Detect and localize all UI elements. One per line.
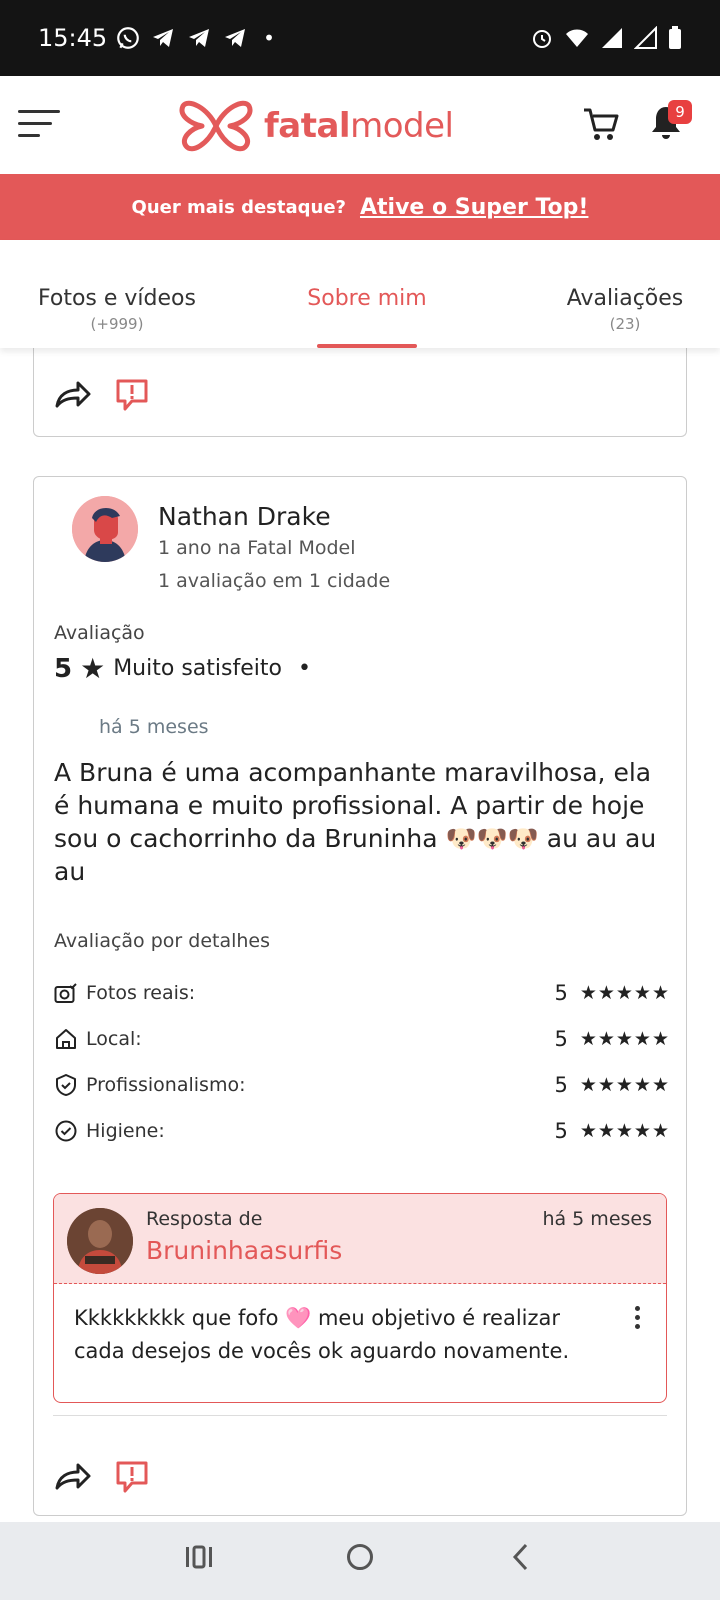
- reply-from-label: Resposta de: [146, 1208, 263, 1230]
- detail-score: 5: [554, 1027, 568, 1051]
- cart-icon[interactable]: [582, 106, 620, 142]
- logo-text: fatalmodel: [264, 106, 454, 146]
- back-icon[interactable]: [506, 1542, 536, 1572]
- telegram-icon: [225, 29, 246, 47]
- reply-text: Kkkkkkkkk que fofo 🩷 meu objetivo é real…: [74, 1306, 570, 1363]
- signal-icon: [634, 26, 657, 49]
- detail-score: 5: [554, 1119, 568, 1143]
- alarm-icon: [533, 30, 551, 48]
- user-avatar-icon: [72, 496, 138, 562]
- tab-label: Avaliações: [566, 286, 684, 311]
- detail-value: 5 ★★★★★: [554, 1073, 670, 1097]
- active-tab-indicator: [317, 344, 417, 348]
- telegram-icon: [189, 29, 210, 47]
- butterfly-logo-icon: [179, 100, 253, 152]
- star-rating: ★★★★★: [579, 1120, 670, 1142]
- separator-dot: •: [297, 656, 311, 681]
- recent-apps-icon[interactable]: [184, 1542, 214, 1572]
- whatsapp-icon: [117, 27, 140, 49]
- review-actions: [54, 1460, 150, 1494]
- reply-header: Resposta de Bruninhaasurfis há 5 meses: [54, 1194, 666, 1284]
- rating-label: Avaliação: [54, 622, 145, 644]
- detail-row: Profissionalismo: 5 ★★★★★: [54, 1070, 670, 1100]
- status-bar: 15:45 •: [0, 0, 720, 76]
- reviewer-stats: 1 avaliação em 1 cidade: [158, 570, 391, 592]
- tab-about-me[interactable]: Sobre mim: [305, 286, 429, 311]
- previous-review-actions: [54, 378, 150, 412]
- detail-score: 5: [554, 1073, 568, 1097]
- detail-value: 5 ★★★★★: [554, 1027, 670, 1051]
- avatar: [72, 496, 138, 562]
- share-icon[interactable]: [54, 380, 92, 410]
- shield-check-icon: [56, 1074, 76, 1096]
- home-button-icon[interactable]: [345, 1542, 375, 1572]
- detail-row: Local: 5 ★★★★★: [54, 1024, 670, 1054]
- detail-score: 5: [554, 981, 568, 1005]
- profile-photo-icon: [67, 1208, 133, 1274]
- tab-count: (23): [609, 315, 641, 333]
- check-circle-icon: [55, 1120, 77, 1142]
- detail-label: Fotos reais:: [86, 982, 196, 1004]
- reviewer-name[interactable]: Nathan Drake: [158, 502, 331, 531]
- reply-author[interactable]: Bruninhaasurfis: [146, 1236, 342, 1265]
- reply-date: há 5 meses: [542, 1208, 652, 1230]
- tab-label: Fotos e vídeos: [38, 286, 196, 311]
- home-icon: [56, 1029, 76, 1049]
- divider: [53, 1415, 667, 1416]
- tab-label: Sobre mim: [307, 286, 427, 311]
- more-options-icon[interactable]: [635, 1306, 640, 1329]
- super-top-link[interactable]: Ative o Super Top!: [360, 195, 588, 220]
- star-rating: ★★★★★: [579, 1074, 670, 1096]
- wifi-icon: [566, 29, 588, 47]
- tab-reviews[interactable]: Avaliações (23): [560, 286, 690, 333]
- detail-label: Profissionalismo:: [86, 1074, 246, 1096]
- promo-banner: Quer mais destaque? Ative o Super Top!: [0, 174, 720, 240]
- telegram-icon: [153, 29, 174, 47]
- detail-row: Fotos reais: 5 ★★★★★: [54, 978, 670, 1008]
- star-icon: ★: [80, 652, 106, 685]
- detail-value: 5 ★★★★★: [554, 1119, 670, 1143]
- review-text: A Bruna é uma acompanhante maravilhosa, …: [54, 758, 657, 886]
- share-icon[interactable]: [54, 1462, 92, 1492]
- system-nav-bar: [0, 1522, 720, 1600]
- tab-count: (+999): [90, 315, 144, 333]
- promo-question: Quer mais destaque?: [131, 196, 346, 218]
- signal-icon: [602, 28, 622, 48]
- menu-icon[interactable]: [18, 110, 60, 140]
- profile-tabs: Fotos e vídeos (+999) Sobre mim Avaliaçõ…: [0, 240, 720, 348]
- logo[interactable]: fatalmodel: [178, 98, 454, 154]
- review-date: há 5 meses: [99, 716, 209, 738]
- clock: 15:45: [38, 24, 108, 52]
- reviewer-tenure: 1 ano na Fatal Model: [158, 537, 356, 559]
- report-icon[interactable]: [114, 378, 150, 412]
- report-icon[interactable]: [114, 1460, 150, 1494]
- owner-reply: Resposta de Bruninhaasurfis há 5 meses K…: [53, 1193, 667, 1403]
- overall-rating: 5 ★ Muito satisfeito •: [54, 652, 311, 685]
- notification-badge: 9: [668, 100, 692, 124]
- app-header: fatalmodel 9: [0, 76, 720, 174]
- rating-score: 5: [54, 653, 73, 684]
- battery-icon: [669, 26, 681, 49]
- detail-row: Higiene: 5 ★★★★★: [54, 1116, 670, 1146]
- details-label: Avaliação por detalhes: [54, 930, 271, 952]
- dot-icon: •: [263, 26, 275, 50]
- star-rating: ★★★★★: [579, 982, 670, 1004]
- camera-check-icon: [54, 983, 77, 1003]
- avatar: [67, 1208, 133, 1274]
- rating-text: Muito satisfeito: [113, 656, 282, 681]
- detail-value: 5 ★★★★★: [554, 981, 670, 1005]
- detail-label: Higiene:: [86, 1120, 165, 1142]
- star-rating: ★★★★★: [579, 1028, 670, 1050]
- tab-photos-videos[interactable]: Fotos e vídeos (+999): [32, 286, 202, 333]
- detail-label: Local:: [86, 1028, 142, 1050]
